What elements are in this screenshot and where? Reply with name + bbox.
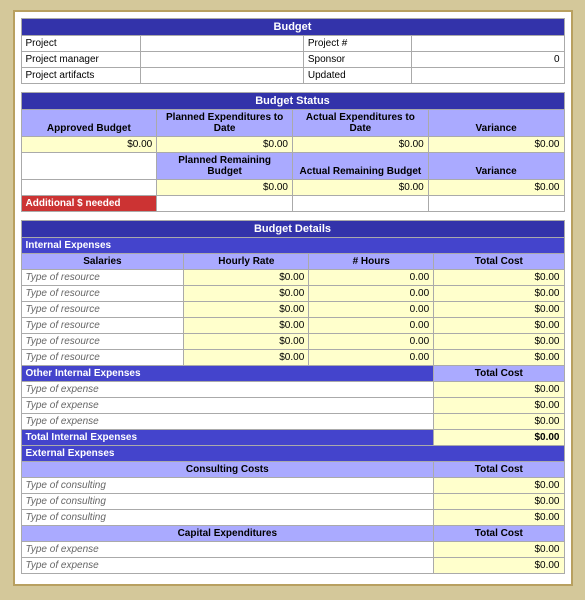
actual-remaining-header: Actual Remaining Budget — [293, 153, 429, 180]
additional-val2[interactable] — [293, 196, 429, 212]
total-internal-row: Total Internal Expenses $0.00 — [21, 430, 564, 446]
project-value[interactable] — [140, 36, 303, 52]
salary-row-5: Type of resource $0.00 0.00 $0.00 — [21, 350, 564, 366]
capital-total-header: Total Cost — [434, 526, 564, 542]
capital-row-0: Type of expense $0.00 — [21, 542, 564, 558]
budget-details-table: Budget Details Internal Expenses Salarie… — [21, 220, 565, 574]
external-expenses-header: External Expenses — [21, 446, 564, 462]
budget-title: Budget — [21, 19, 564, 36]
additional-val3[interactable] — [428, 196, 564, 212]
total-internal-value[interactable]: $0.00 — [434, 430, 564, 446]
salary-row-1: Type of resource $0.00 0.00 $0.00 — [21, 286, 564, 302]
variance2-val[interactable]: $0.00 — [428, 180, 564, 196]
budget-status-table: Budget Status Approved Budget Planned Ex… — [21, 92, 565, 212]
updated-value[interactable] — [412, 68, 564, 84]
variance-val[interactable]: $0.00 — [428, 137, 564, 153]
other-total-cost-header: Total Cost — [434, 366, 564, 382]
actual-exp-header: Actual Expenditures to Date — [293, 110, 429, 137]
planned-exp-header: Planned Expenditures to Date — [157, 110, 293, 137]
variance-header: Variance — [428, 110, 564, 137]
consulting-label: Consulting Costs — [21, 462, 434, 478]
updated-label: Updated — [303, 68, 412, 84]
consulting-header-row: Consulting Costs Total Cost — [21, 462, 564, 478]
consulting-total-header: Total Cost — [434, 462, 564, 478]
empty-cell2 — [21, 180, 157, 196]
manager-value[interactable] — [140, 52, 303, 68]
budget-container: Budget Project Project # Project manager… — [13, 10, 573, 586]
artifacts-label: Project artifacts — [21, 68, 140, 84]
internal-expenses-label: Internal Expenses — [21, 238, 564, 254]
other-row-1: Type of expense $0.00 — [21, 398, 564, 414]
consulting-row-2: Type of consulting $0.00 — [21, 510, 564, 526]
budget-details-title: Budget Details — [21, 221, 564, 238]
total-internal-label: Total Internal Expenses — [21, 430, 434, 446]
planned-exp-val[interactable]: $0.00 — [157, 137, 293, 153]
sponsor-label: Sponsor — [303, 52, 412, 68]
planned-remaining-header: Planned Remaining Budget — [157, 153, 293, 180]
consulting-row-1: Type of consulting $0.00 — [21, 494, 564, 510]
variance2-header: Variance — [428, 153, 564, 180]
other-row-2: Type of expense $0.00 — [21, 414, 564, 430]
artifacts-value[interactable] — [140, 68, 303, 84]
hours-header: # Hours — [309, 254, 434, 270]
project-num-value[interactable] — [412, 36, 564, 52]
capital-row-1: Type of expense $0.00 — [21, 558, 564, 574]
external-label: External Expenses — [21, 446, 564, 462]
approved-budget-header: Approved Budget — [21, 110, 157, 137]
hourly-rate-header: Hourly Rate — [184, 254, 309, 270]
sponsor-value[interactable]: 0 — [412, 52, 564, 68]
project-num-label: Project # — [303, 36, 412, 52]
salaries-header: Salaries — [21, 254, 184, 270]
other-internal-label: Other Internal Expenses — [21, 366, 434, 382]
budget-status-title: Budget Status — [21, 93, 564, 110]
other-row-0: Type of expense $0.00 — [21, 382, 564, 398]
other-internal-header-row: Other Internal Expenses Total Cost — [21, 366, 564, 382]
salary-row-4: Type of resource $0.00 0.00 $0.00 — [21, 334, 564, 350]
capital-label: Capital Expenditures — [21, 526, 434, 542]
salary-row-0: Type of resource $0.00 0.00 $0.00 — [21, 270, 564, 286]
actual-exp-val[interactable]: $0.00 — [293, 137, 429, 153]
additional-needed-label: Additional $ needed — [21, 196, 157, 212]
planned-remaining-val[interactable]: $0.00 — [157, 180, 293, 196]
budget-header-table: Budget Project Project # Project manager… — [21, 18, 565, 84]
additional-val1[interactable] — [157, 196, 293, 212]
capital-header-row: Capital Expenditures Total Cost — [21, 526, 564, 542]
empty-cell — [21, 153, 157, 180]
actual-remaining-val[interactable]: $0.00 — [293, 180, 429, 196]
project-label: Project — [21, 36, 140, 52]
approved-budget-val[interactable]: $0.00 — [21, 137, 157, 153]
manager-label: Project manager — [21, 52, 140, 68]
consulting-row-0: Type of consulting $0.00 — [21, 478, 564, 494]
salary-row-3: Type of resource $0.00 0.00 $0.00 — [21, 318, 564, 334]
total-cost-header: Total Cost — [434, 254, 564, 270]
salary-row-2: Type of resource $0.00 0.00 $0.00 — [21, 302, 564, 318]
